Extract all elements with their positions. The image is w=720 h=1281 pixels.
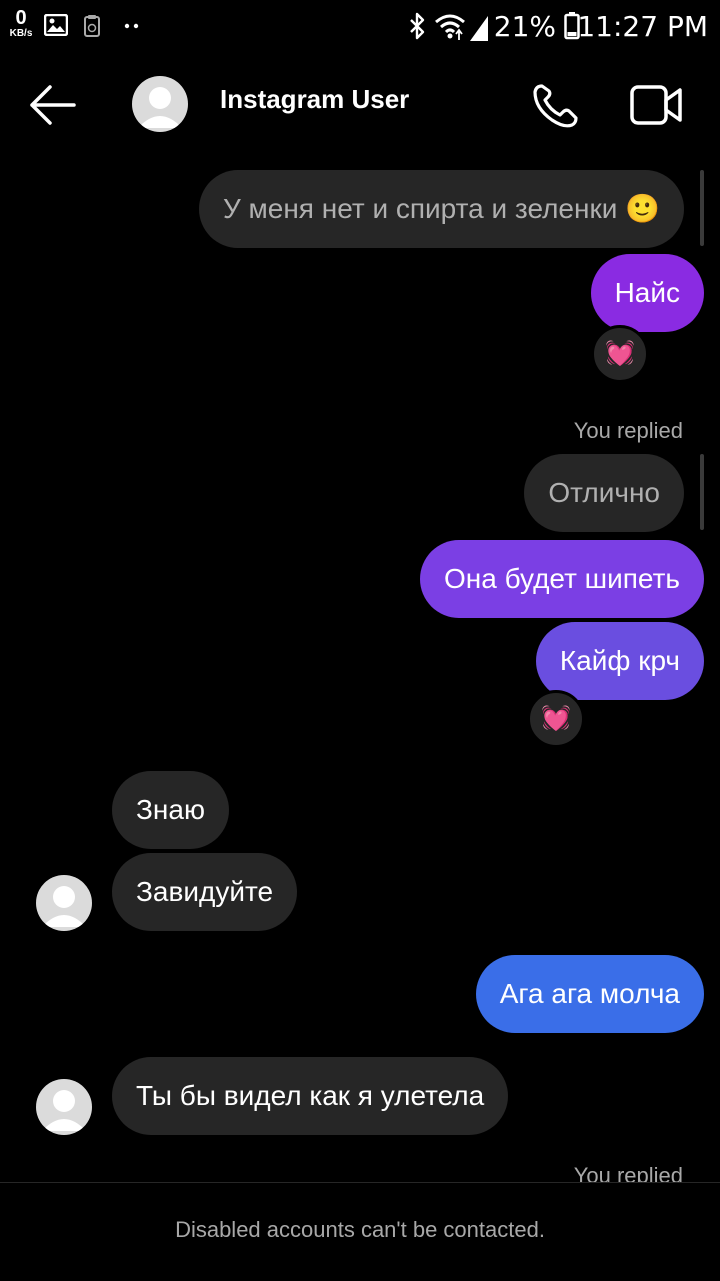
back-arrow-icon: [30, 85, 76, 125]
message-text: Ага ага молча: [499, 978, 680, 1009]
replied-message-text: Отлично: [548, 477, 660, 508]
video-call-button[interactable]: [630, 82, 684, 128]
reaction-emoji: 💓: [605, 340, 635, 367]
received-message[interactable]: Завидуйте: [112, 853, 298, 931]
more-notifications-icon: [124, 23, 139, 29]
message-text: Ты бы видел как я улетела: [136, 1080, 485, 1111]
received-message[interactable]: Ты бы видел как я улетела: [112, 1057, 509, 1135]
network-speed: 0 KB/s: [6, 8, 36, 40]
reaction-emoji: 💓: [541, 705, 571, 732]
status-right: 21% 11:27 PM: [388, 6, 708, 46]
replied-message-text: У меня нет и спирта и зеленки 🙂: [222, 193, 660, 224]
replied-message-quote[interactable]: Отлично: [524, 454, 684, 532]
network-speed-value: 0: [15, 7, 27, 29]
sent-message[interactable]: Кайф крч: [535, 622, 704, 700]
header-avatar[interactable]: [132, 76, 188, 132]
user-silhouette-icon: [42, 886, 86, 927]
reply-indicator-bar: [700, 170, 704, 246]
sent-message[interactable]: Она будет шипеть: [420, 540, 704, 618]
clock: 11:27 PM: [577, 10, 708, 43]
gallery-icon: [44, 14, 68, 36]
video-camera-icon: [630, 85, 682, 125]
heart-reaction[interactable]: 💓: [591, 325, 649, 383]
voice-call-button[interactable]: [530, 80, 580, 130]
sent-message[interactable]: Найс: [590, 254, 704, 332]
heart-reaction[interactable]: 💓: [527, 690, 585, 748]
back-button[interactable]: [28, 82, 80, 128]
sender-avatar[interactable]: [36, 875, 92, 931]
received-message[interactable]: Знаю: [112, 771, 229, 849]
battery-percent: 21%: [493, 10, 556, 43]
replied-message-quote[interactable]: У меня нет и спирта и зеленки 🙂: [198, 170, 684, 248]
reply-indicator-bar: [700, 454, 704, 530]
message-text: Она будет шипеть: [444, 563, 680, 594]
chat-header: Instagram User: [0, 52, 720, 160]
you-replied-label: You replied: [573, 418, 683, 443]
user-silhouette-icon: [138, 87, 182, 128]
disabled-account-notice: Disabled accounts can't be contacted.: [175, 1217, 545, 1242]
message-text: Найс: [614, 277, 680, 308]
sender-avatar[interactable]: [36, 1079, 92, 1135]
network-speed-unit: KB/s: [9, 28, 33, 39]
clipboard-icon: [84, 15, 100, 37]
user-silhouette-icon: [42, 1090, 86, 1131]
sent-message[interactable]: Ага ага молча: [475, 955, 704, 1033]
message-text: Знаю: [136, 794, 205, 825]
phone-icon: [533, 84, 578, 128]
status-bar: 0 KB/s 21% 11:27 PM: [0, 0, 720, 52]
disabled-account-footer: Disabled accounts can't be contacted.: [0, 1182, 720, 1281]
wifi-signal-icon: [435, 14, 488, 41]
message-text: Завидуйте: [136, 876, 274, 907]
bluetooth-icon: [410, 12, 425, 40]
message-text: Кайф крч: [559, 645, 680, 676]
contact-name[interactable]: Instagram User: [220, 84, 409, 115]
